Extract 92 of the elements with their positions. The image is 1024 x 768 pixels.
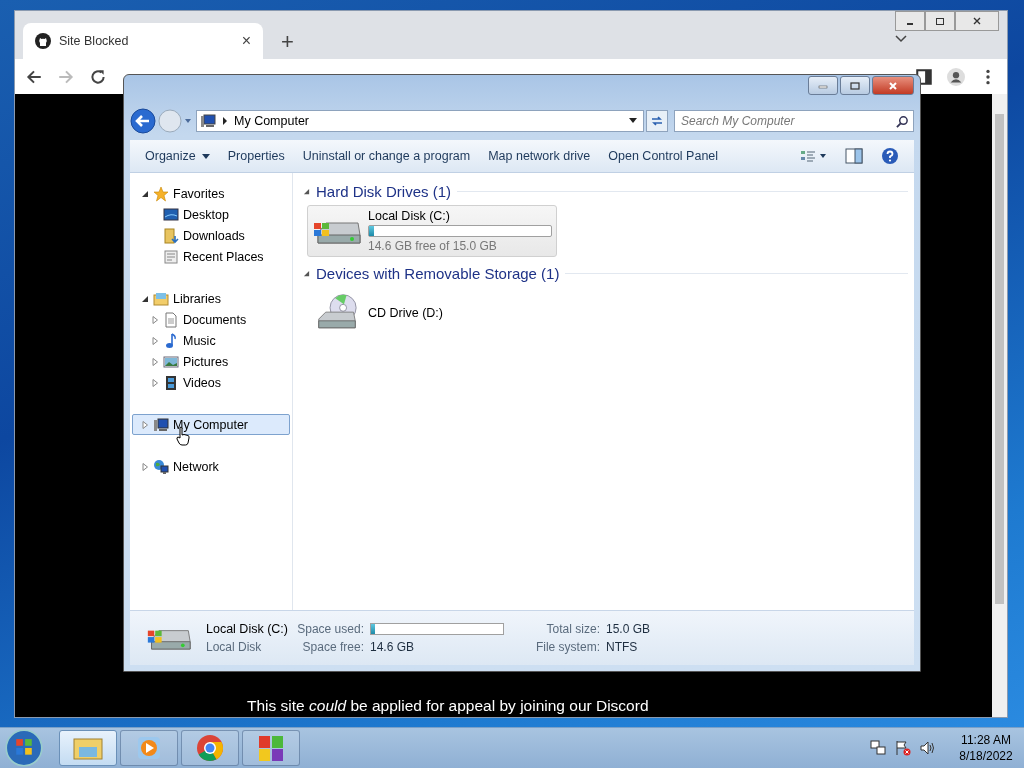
collapse-icon[interactable] <box>303 269 310 277</box>
group-header[interactable]: Devices with Removable Storage (1) <box>303 263 908 283</box>
start-button[interactable] <box>4 728 44 768</box>
taskbar-button[interactable] <box>181 730 239 766</box>
pane-icon <box>845 148 863 164</box>
colored-squares-icon <box>257 734 285 762</box>
close-icon <box>972 16 982 26</box>
star-icon <box>153 185 169 202</box>
expander-icon[interactable] <box>141 294 149 303</box>
toolbar-button[interactable]: Uninstall or change a program <box>295 145 478 167</box>
maximize-icon <box>850 81 860 90</box>
caret-icon <box>201 153 210 159</box>
toolbar-button[interactable]: Organize <box>138 145 217 167</box>
drive-name: CD Drive (D:) <box>368 306 444 320</box>
page-text: This site could be applied for appeal by joining our Discord <box>247 697 649 715</box>
field-label: File system: <box>535 640 600 654</box>
network-icon <box>153 458 169 475</box>
breadcrumb-arrow-icon <box>222 117 228 125</box>
nav-item[interactable]: Desktop <box>132 204 290 225</box>
toolbar-button[interactable]: Map network drive <box>481 145 598 167</box>
pictures-icon <box>163 353 179 370</box>
tab-title: Site Blocked <box>59 34 130 48</box>
folder-icon <box>73 735 103 761</box>
nav-item[interactable]: Network <box>132 456 290 477</box>
nav-item[interactable]: Documents <box>132 309 290 330</box>
refresh-icon <box>650 114 664 128</box>
view-list-icon <box>801 150 827 162</box>
drive-tile[interactable]: CD Drive (D:) <box>307 287 557 339</box>
dropdown-icon <box>629 118 637 124</box>
play-icon <box>136 735 162 761</box>
taskbar-button[interactable] <box>242 730 300 766</box>
sidebar-icon[interactable] <box>915 67 933 86</box>
downloads-icon <box>163 227 179 244</box>
maximize-icon <box>935 16 945 26</box>
reload-icon[interactable] <box>89 67 107 86</box>
volume-icon[interactable] <box>920 740 936 756</box>
free-space-text: 14.6 GB free of 15.0 GB <box>368 239 498 253</box>
browser-icon <box>196 734 224 762</box>
nav-item[interactable]: My Computer <box>132 414 290 435</box>
music-icon <box>163 332 179 349</box>
computer-icon <box>200 113 216 129</box>
group-header[interactable]: Hard Disk Drives (1) <box>303 181 908 201</box>
drive-type: Local Disk <box>206 640 263 654</box>
help-icon <box>881 147 899 165</box>
tab-list-icon[interactable] <box>895 35 907 43</box>
document-icon <box>163 311 179 328</box>
nav-item[interactable]: Pictures <box>132 351 290 372</box>
toolbar-button[interactable]: Open Control Panel <box>601 145 726 167</box>
network-icon[interactable] <box>870 740 886 756</box>
new-tab-button[interactable]: + <box>281 31 294 53</box>
field-label: Space free: <box>302 640 364 654</box>
expander-icon[interactable] <box>141 189 149 198</box>
videos-icon <box>163 374 179 391</box>
nav-item[interactable]: Libraries <box>132 288 290 309</box>
recent-pages-icon[interactable] <box>184 118 192 124</box>
close-icon <box>888 81 898 90</box>
search-icon[interactable] <box>896 115 909 128</box>
field-label: Space used: <box>297 622 364 636</box>
drive-name: Local Disk (C:) <box>206 622 288 636</box>
close-button[interactable] <box>872 76 914 95</box>
maximize-button[interactable] <box>925 11 955 31</box>
toolbar-button[interactable]: Properties <box>220 145 292 167</box>
minimize-icon <box>907 23 913 25</box>
refresh-button[interactable] <box>646 110 668 132</box>
browser-tab[interactable]: Site Blocked × <box>23 23 263 59</box>
clock[interactable]: 11:28 AM 8/18/2022 <box>954 732 1018 764</box>
nav-item[interactable]: Recent Places <box>132 246 290 267</box>
search-field[interactable]: Search My Computer <box>674 110 914 132</box>
field-value: 15.0 GB <box>605 622 650 636</box>
nav-item[interactable]: Downloads <box>132 225 290 246</box>
library-icon <box>153 290 169 307</box>
minimize-button[interactable] <box>808 76 838 95</box>
nav-item[interactable]: Music <box>132 330 290 351</box>
scrollbar[interactable] <box>992 94 1007 717</box>
back-button[interactable] <box>130 108 156 134</box>
flag-icon[interactable] <box>895 740 911 756</box>
nav-item[interactable]: Videos <box>132 372 290 393</box>
cat-logo-icon <box>35 33 51 49</box>
computer-icon <box>153 416 169 433</box>
nav-item[interactable]: Favorites <box>132 183 290 204</box>
minimize-icon <box>818 82 828 89</box>
desktop-icon <box>163 206 179 223</box>
address-bar[interactable]: My Computer <box>196 110 644 132</box>
close-tab-button[interactable]: × <box>241 32 251 50</box>
field-value: NTFS <box>605 640 639 654</box>
profile-icon[interactable] <box>947 67 965 86</box>
drive-name: Local Disk (C:) <box>368 209 451 223</box>
drive-tile[interactable]: Local Disk (C:) 14.6 GB free of 15.0 GB <box>307 205 557 257</box>
collapse-icon[interactable] <box>303 187 310 195</box>
taskbar-button[interactable] <box>59 730 117 766</box>
field-value: 14.6 GB <box>369 640 415 654</box>
field-label: Total size: <box>546 622 600 636</box>
